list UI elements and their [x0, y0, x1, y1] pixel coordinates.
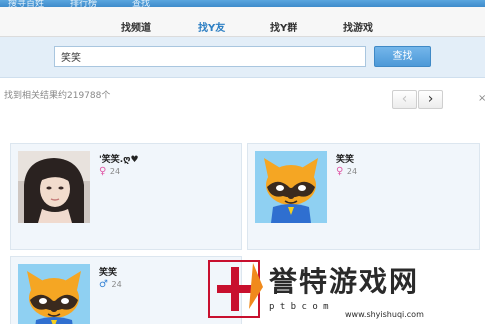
user-meta: ♀ 24: [99, 166, 120, 177]
watermark-url: www.shyishuqi.com: [345, 310, 424, 319]
avatar[interactable]: [255, 151, 327, 223]
female-icon: ♀: [99, 166, 107, 177]
user-nickname[interactable]: 笑笑: [336, 152, 354, 165]
tab-groups[interactable]: 找Y群: [270, 19, 297, 34]
female-icon: ♀: [336, 166, 344, 177]
user-meta: ♂ 24: [99, 279, 122, 290]
user-meta: ♀ 24: [336, 166, 357, 177]
avatar[interactable]: [18, 264, 90, 324]
user-age: 24: [111, 280, 122, 289]
result-card[interactable]: 笑笑 ♀ 24: [247, 143, 480, 250]
male-icon: ♂: [99, 279, 108, 290]
tab-friends[interactable]: 找Y友: [195, 19, 228, 40]
search-button[interactable]: 查找: [374, 46, 431, 67]
next-page-button[interactable]: ›: [418, 90, 443, 109]
watermark-overlay: 誉特游戏网 p t b c o m www.shyishuqi.com: [205, 257, 485, 324]
tab-games[interactable]: 找游戏: [343, 19, 373, 34]
raccoon-mascot-icon: [255, 151, 327, 223]
user-age: 24: [109, 167, 121, 176]
search-category-tabs: 找频道 找Y友 找Y群 找游戏: [0, 7, 485, 40]
tab-channel[interactable]: 找频道: [121, 19, 151, 34]
watermark-title: 誉特游戏网: [269, 265, 419, 298]
results-summary: 找到相关结果约219788个: [4, 91, 111, 101]
user-nickname[interactable]: '笑笑.ღ♥: [99, 152, 139, 165]
user-photo-icon: [18, 151, 90, 223]
result-card[interactable]: '笑笑.ღ♥ ♀ 24: [10, 143, 242, 250]
prev-page-button[interactable]: ‹: [392, 90, 417, 109]
close-icon[interactable]: ×: [478, 93, 485, 104]
user-nickname[interactable]: 笑笑: [99, 265, 117, 278]
watermark-letters: p t b c o m: [269, 302, 329, 312]
raccoon-mascot-icon: [18, 264, 90, 324]
search-input[interactable]: [54, 46, 366, 67]
user-age: 24: [346, 167, 358, 176]
top-nav-strip: 搜寻百姓 排行榜 查找: [0, 0, 485, 9]
avatar[interactable]: [18, 151, 90, 223]
watermark-logo: 誉特游戏网 p t b c o m www.shyishuqi.com: [208, 260, 424, 319]
result-card[interactable]: 笑笑 ♂ 24: [10, 256, 242, 324]
search-bar: 查找: [0, 37, 485, 78]
